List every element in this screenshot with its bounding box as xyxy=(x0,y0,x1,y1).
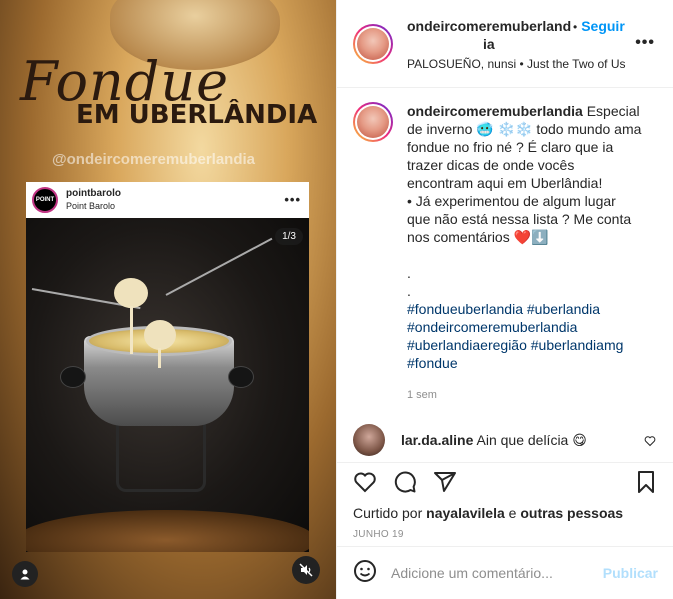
commenter-username[interactable]: lar.da.aline xyxy=(401,432,473,448)
post-panel: ondeircomeremuberland ia • Seguir PALOSU… xyxy=(336,0,673,599)
carousel-counter: 1/3 xyxy=(275,228,303,245)
comment-input[interactable]: Adicione um comentário... xyxy=(391,565,603,581)
liked-by-others[interactable]: outras pessoas xyxy=(520,505,623,521)
comment-icon[interactable] xyxy=(393,470,417,499)
embedded-more-icon: ••• xyxy=(284,192,301,207)
avatar xyxy=(357,27,389,60)
tagged-users-icon[interactable] xyxy=(12,561,38,587)
caption-username[interactable]: ondeircomeremuberlandia xyxy=(407,103,583,119)
fondue-photo xyxy=(26,218,309,552)
comment-item: lar.da.aline Ain que delícia 😋 xyxy=(353,424,658,456)
cheese-bread xyxy=(114,278,148,308)
post-time[interactable]: 1 sem xyxy=(407,386,643,404)
separator-dot: • xyxy=(573,19,578,34)
hashtag[interactable]: #uberlandiaeregião xyxy=(407,337,527,353)
caption-dot: . xyxy=(407,283,411,299)
pot-handle-right xyxy=(228,366,254,388)
embedded-avatar: POINT xyxy=(32,187,58,213)
cheese-bread xyxy=(144,320,176,350)
pot-handle-left xyxy=(60,366,86,388)
media-subtitle: EM UBERLÂNDIA xyxy=(76,100,318,130)
comment-like-icon[interactable] xyxy=(644,434,656,452)
mute-icon[interactable] xyxy=(292,556,320,584)
audio-subtitle[interactable]: PALOSUEÑO, nunsi • Just the Two of Us xyxy=(407,57,657,71)
post-media[interactable]: Fondue EM UBERLÂNDIA @ondeircomeremuberl… xyxy=(0,0,336,599)
embedded-post-header: POINT pointbarolo Point Barolo ••• xyxy=(26,182,309,218)
pot-stand xyxy=(116,418,206,492)
caption-dot: . xyxy=(407,265,411,281)
hashtag[interactable]: #ondeircomeremuberlandia xyxy=(407,319,577,335)
embedded-username: pointbarolo xyxy=(66,188,121,199)
caption: ondeircomeremuberlandia Especial de inve… xyxy=(353,102,658,404)
media-handle: @ondeircomeremuberlandia xyxy=(52,151,256,168)
hashtag[interactable]: #uberlandia xyxy=(527,301,600,317)
publish-button[interactable]: Publicar xyxy=(603,565,658,581)
cheese-drip xyxy=(158,348,161,368)
add-comment-bar: Adicione um comentário... Publicar xyxy=(337,546,673,599)
liked-by-user[interactable]: nayalavilela xyxy=(426,505,505,521)
avatar xyxy=(357,106,389,138)
caption-text-2: • Já experimentou de algum lugar que não… xyxy=(407,193,632,245)
hashtag[interactable]: #uberlandiamg xyxy=(531,337,624,353)
save-icon[interactable] xyxy=(634,470,658,499)
cheese-drip xyxy=(130,306,133,354)
actions-bar: Curtido por nayalavilela e outras pessoa… xyxy=(337,462,673,546)
hashtags: #fondueuberlandia #uberlandia #ondeircom… xyxy=(407,300,643,372)
wooden-board xyxy=(26,510,309,552)
caption-avatar-ring[interactable] xyxy=(353,102,393,142)
embedded-post: POINT pointbarolo Point Barolo ••• 1/3 xyxy=(26,182,309,552)
post-header: ondeircomeremuberland ia • Seguir PALOSU… xyxy=(337,0,673,88)
fondue-fork xyxy=(165,237,273,296)
emoji-icon[interactable] xyxy=(353,559,377,588)
commenter-avatar[interactable] xyxy=(353,424,385,456)
more-options-icon[interactable]: ••• xyxy=(635,34,655,52)
like-icon[interactable] xyxy=(353,470,377,499)
share-icon[interactable] xyxy=(433,470,457,499)
comment-text: Ain que delícia 😋 xyxy=(476,431,587,448)
likes-summary: Curtido por nayalavilela e outras pessoa… xyxy=(353,505,624,521)
follow-button[interactable]: Seguir xyxy=(581,18,625,34)
header-username[interactable]: ondeircomeremuberland ia xyxy=(407,17,571,53)
story-ring[interactable] xyxy=(353,23,393,64)
hashtag[interactable]: #fondueuberlandia xyxy=(407,301,523,317)
hashtag[interactable]: #fondue xyxy=(407,355,458,371)
comments-section: ondeircomeremuberlandia Especial de inve… xyxy=(337,88,673,462)
post-date[interactable]: JUNHO 19 xyxy=(353,529,658,540)
embedded-location: Point Barolo xyxy=(66,201,116,211)
